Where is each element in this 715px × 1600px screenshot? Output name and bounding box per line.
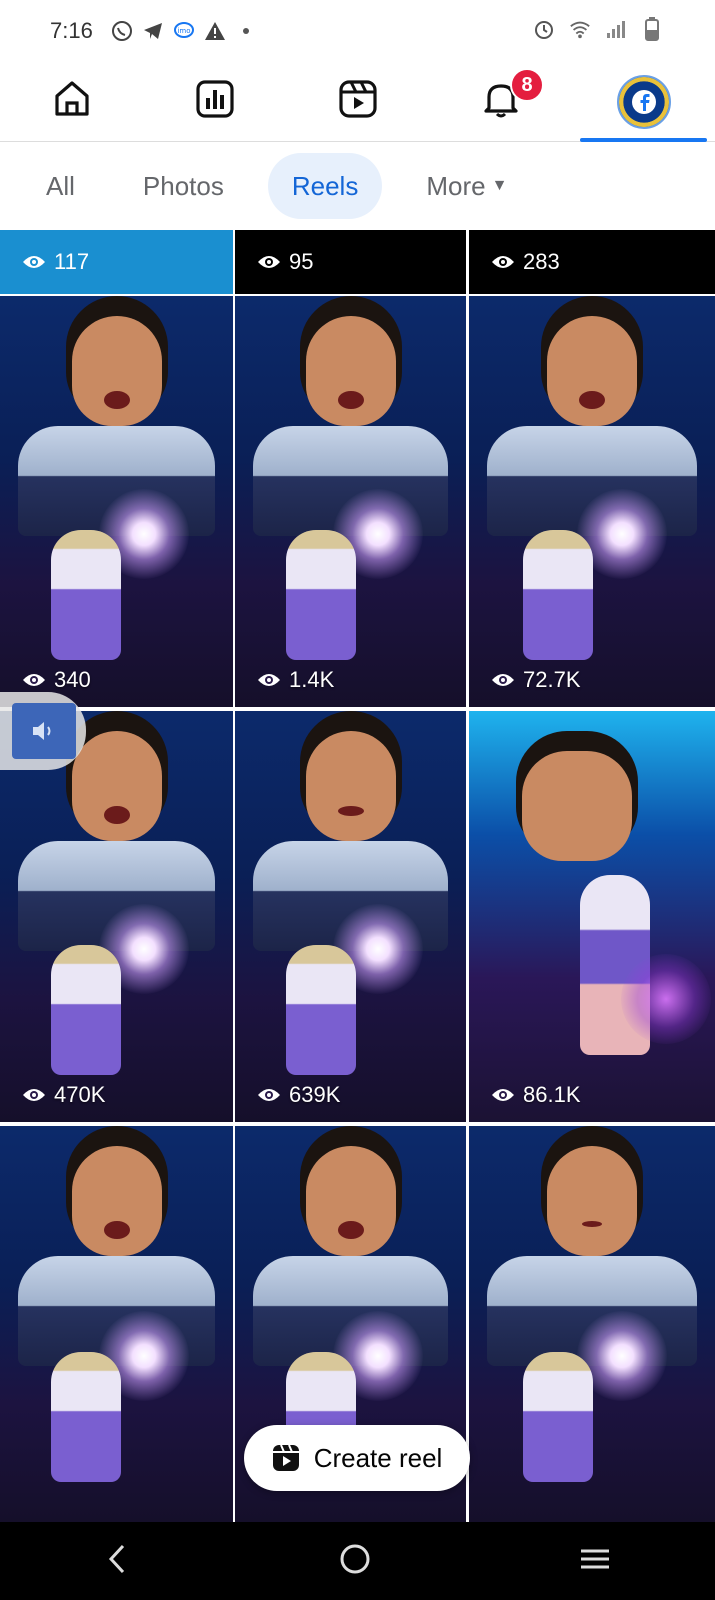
filter-all[interactable]: All xyxy=(22,153,99,219)
reel-views: 639K xyxy=(257,1082,340,1108)
strip-item[interactable]: 283 xyxy=(469,230,715,294)
imo-icon: imo xyxy=(173,20,195,42)
battery-icon xyxy=(641,17,663,41)
nav-dashboard[interactable] xyxy=(143,62,286,141)
reel-tile[interactable] xyxy=(0,1126,233,1522)
filter-bar: All Photos Reels More ▼ xyxy=(0,142,715,230)
reel-views: 1.4K xyxy=(257,667,334,693)
android-nav-bar xyxy=(0,1522,715,1600)
filter-reels-label: Reels xyxy=(291,170,359,201)
reel-tile[interactable]: 639K xyxy=(235,711,466,1122)
nav-profile[interactable] xyxy=(572,62,715,142)
reel-tile[interactable]: 86.1K xyxy=(469,711,715,1122)
filter-reels[interactable]: Reels xyxy=(267,153,383,219)
strip-item[interactable]: 117 xyxy=(0,230,233,294)
filter-photos[interactable]: Photos xyxy=(119,153,248,219)
menu-icon[interactable] xyxy=(578,1542,612,1581)
strip-view-count: 283 xyxy=(523,249,560,274)
nav-reels[interactable] xyxy=(286,62,429,141)
notification-badge: 8 xyxy=(510,68,544,102)
reel-view-count: 639K xyxy=(289,1082,341,1107)
reel-view-count: 86.1K xyxy=(523,1082,581,1107)
reel-tile[interactable] xyxy=(469,1126,715,1522)
alarm-icon xyxy=(533,18,555,40)
home-icon xyxy=(51,78,93,125)
reels-grid: 117 95 283 340 1.4K 72.7K 470K 639K 86.1… xyxy=(0,230,715,1522)
speaker-icon xyxy=(33,722,51,740)
avatar xyxy=(616,74,671,129)
signal-icon xyxy=(605,18,627,40)
eye-icon xyxy=(258,1089,280,1101)
eye-icon xyxy=(23,1089,45,1101)
eye-icon xyxy=(258,256,280,268)
strip-view-count: 95 xyxy=(289,249,314,274)
filter-more-label: More xyxy=(426,170,486,201)
filter-more[interactable]: More ▼ xyxy=(402,153,531,219)
eye-icon xyxy=(492,256,514,268)
reel-icon xyxy=(272,1444,299,1471)
reel-views: 340 xyxy=(22,667,91,693)
wifi-icon xyxy=(569,18,591,40)
sound-button[interactable] xyxy=(12,703,76,759)
filter-all-label: All xyxy=(46,170,75,201)
dot-icon xyxy=(235,20,257,42)
strip-item[interactable]: 95 xyxy=(235,230,466,294)
video-icon xyxy=(337,78,379,125)
back-icon[interactable] xyxy=(103,1542,133,1581)
reel-view-count: 470K xyxy=(54,1082,106,1107)
eye-icon xyxy=(23,674,45,686)
caret-down-icon: ▼ xyxy=(491,177,508,194)
sound-tab[interactable] xyxy=(0,692,86,770)
status-icons-left: imo xyxy=(111,20,257,42)
reel-tile[interactable]: 470K xyxy=(0,711,233,1122)
reel-tile[interactable]: 1.4K xyxy=(235,296,466,707)
strip-view-count: 117 xyxy=(54,249,90,274)
reel-view-count: 72.7K xyxy=(523,667,581,692)
reel-tile[interactable]: 72.7K xyxy=(469,296,715,707)
reel-views: 470K xyxy=(22,1082,105,1108)
whatsapp-icon xyxy=(111,20,133,42)
status-icons-right xyxy=(533,17,663,41)
create-reel-button[interactable]: Create reel xyxy=(244,1425,470,1491)
reel-views: 86.1K xyxy=(491,1082,581,1108)
telegram-icon xyxy=(142,20,164,42)
filter-photos-label: Photos xyxy=(142,170,224,201)
top-nav: 8 xyxy=(0,62,715,142)
eye-icon xyxy=(23,256,45,268)
svg-text:imo: imo xyxy=(177,27,190,35)
status-bar: 7:16 imo xyxy=(0,0,715,62)
reel-tile[interactable]: 340 xyxy=(0,296,233,707)
reel-view-count: 340 xyxy=(54,667,91,692)
status-time: 7:16 xyxy=(50,18,93,43)
nav-notifications[interactable]: 8 xyxy=(429,62,572,141)
nav-home[interactable] xyxy=(0,62,143,141)
reel-view-count: 1.4K xyxy=(289,667,335,692)
eye-icon xyxy=(492,1089,514,1101)
eye-icon xyxy=(258,674,280,686)
warning-icon xyxy=(204,20,226,42)
create-reel-label: Create reel xyxy=(313,1442,443,1473)
reel-views: 72.7K xyxy=(491,667,581,693)
eye-icon xyxy=(492,674,514,686)
home-circle-icon[interactable] xyxy=(338,1542,372,1581)
bar-chart-icon xyxy=(194,78,236,125)
